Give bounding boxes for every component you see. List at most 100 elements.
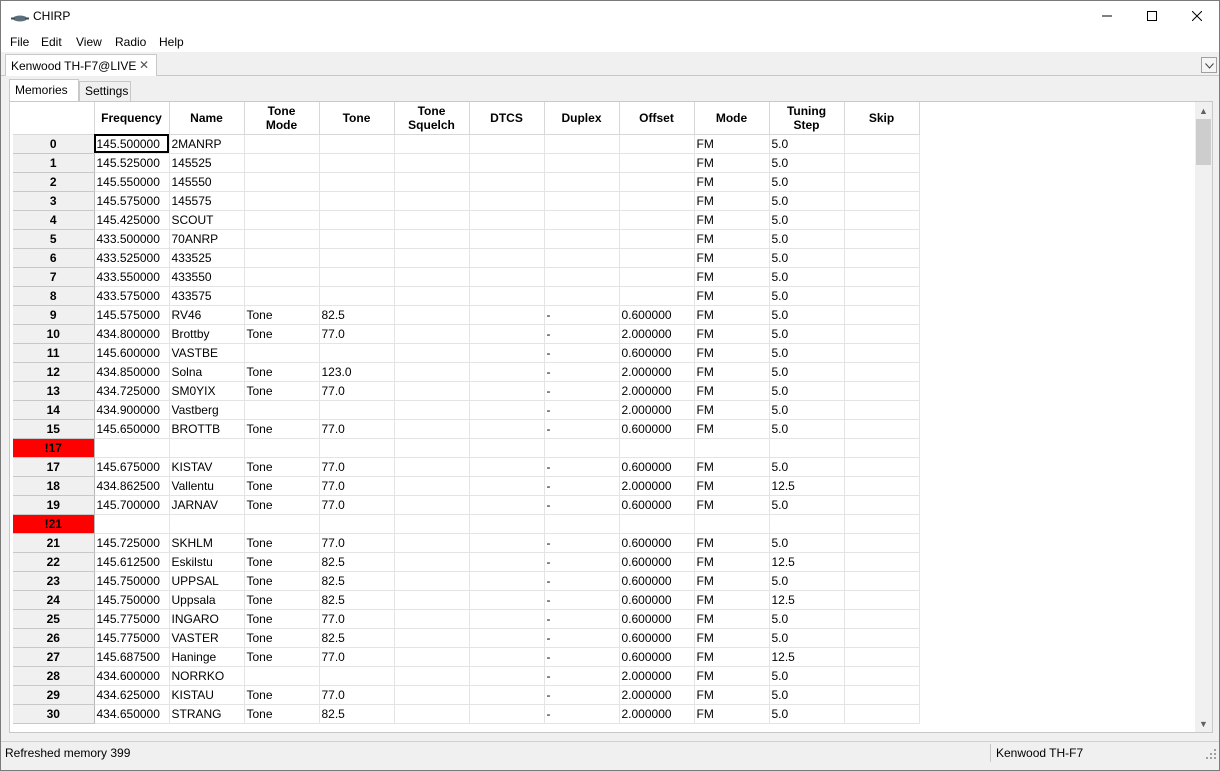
cell-skip[interactable] xyxy=(844,362,920,382)
row-header[interactable]: 8 xyxy=(13,286,95,306)
cell-frequency[interactable]: 433.550000 xyxy=(94,267,170,287)
table-row[interactable]: 15 145.650000 BROTTB Tone 77.0 -0.600000 FM 5.0 xyxy=(13,419,920,439)
cell-mode[interactable]: FM xyxy=(694,210,770,230)
cell-dtcs[interactable] xyxy=(469,153,545,173)
cell-dtcs[interactable] xyxy=(469,457,545,477)
cell-frequency[interactable]: 145.775000 xyxy=(94,609,170,629)
cell-skip[interactable] xyxy=(844,305,920,325)
cell-name[interactable]: 145575 xyxy=(169,191,245,211)
cell-tone-squelch[interactable] xyxy=(394,438,470,458)
cell-name[interactable]: VASTBE xyxy=(169,343,245,363)
cell-dtcs[interactable] xyxy=(469,191,545,211)
cell-tone-mode[interactable]: Tone xyxy=(244,647,320,667)
table-row[interactable]: 14 434.900000 Vastberg -2.000000 FM 5.0 xyxy=(13,400,920,420)
cell-tuning-step[interactable]: 5.0 xyxy=(769,685,845,705)
cell-dtcs[interactable] xyxy=(469,267,545,287)
row-header-invalid[interactable]: !21 xyxy=(13,514,95,534)
cell-frequency[interactable]: 145.612500 xyxy=(94,552,170,572)
table-row[interactable]: 11 145.600000 VASTBE -0.600000 FM 5.0 xyxy=(13,343,920,363)
cell-mode[interactable]: FM xyxy=(694,628,770,648)
table-row[interactable]: 7 433.550000 433550 FM 5.0 xyxy=(13,267,920,287)
cell-offset[interactable] xyxy=(619,134,695,154)
cell-dtcs[interactable] xyxy=(469,704,545,724)
cell-tone-mode[interactable]: Tone xyxy=(244,571,320,591)
cell-tone-squelch[interactable] xyxy=(394,609,470,629)
cell-dtcs[interactable] xyxy=(469,533,545,553)
cell-dtcs[interactable] xyxy=(469,666,545,686)
row-header[interactable]: 5 xyxy=(13,229,95,249)
menu-edit[interactable]: Edit xyxy=(41,35,62,49)
cell-tone[interactable] xyxy=(319,514,395,534)
cell-frequency[interactable]: 145.750000 xyxy=(94,571,170,591)
cell-name[interactable] xyxy=(169,438,245,458)
cell-tone-squelch[interactable] xyxy=(394,267,470,287)
column-header-duplex[interactable]: Duplex xyxy=(544,102,620,135)
cell-frequency[interactable]: 145.725000 xyxy=(94,533,170,553)
table-row[interactable]: 22 145.612500 Eskilstu Tone 82.5 -0.600000 FM 1… xyxy=(13,552,920,572)
cell-mode[interactable]: FM xyxy=(694,533,770,553)
cell-frequency[interactable]: 433.525000 xyxy=(94,248,170,268)
cell-skip[interactable] xyxy=(844,457,920,477)
cell-tuning-step[interactable] xyxy=(769,514,845,534)
cell-mode[interactable]: FM xyxy=(694,248,770,268)
row-header[interactable]: 12 xyxy=(13,362,95,382)
row-header[interactable]: 22 xyxy=(13,552,95,572)
cell-duplex[interactable]: - xyxy=(544,324,620,344)
cell-tone-mode[interactable] xyxy=(244,286,320,306)
cell-offset[interactable]: 0.600000 xyxy=(619,552,695,572)
cell-tone-mode[interactable] xyxy=(244,248,320,268)
table-row[interactable]: 13 434.725000 SM0YIX Tone 77.0 -2.000000 FM 5.0 xyxy=(13,381,920,401)
cell-tuning-step[interactable]: 5.0 xyxy=(769,571,845,591)
resize-grip-icon[interactable] xyxy=(1205,748,1217,760)
row-header[interactable]: 7 xyxy=(13,267,95,287)
cell-offset[interactable] xyxy=(619,210,695,230)
column-header-tone[interactable]: Tone xyxy=(319,102,395,135)
cell-tone-squelch[interactable] xyxy=(394,419,470,439)
cell-offset[interactable] xyxy=(619,514,695,534)
cell-tone-squelch[interactable] xyxy=(394,400,470,420)
cell-dtcs[interactable] xyxy=(469,362,545,382)
cell-dtcs[interactable] xyxy=(469,590,545,610)
cell-tone-squelch[interactable] xyxy=(394,685,470,705)
cell-duplex[interactable]: - xyxy=(544,381,620,401)
cell-mode[interactable]: FM xyxy=(694,400,770,420)
cell-duplex[interactable] xyxy=(544,153,620,173)
cell-dtcs[interactable] xyxy=(469,343,545,363)
cell-mode[interactable]: FM xyxy=(694,362,770,382)
cell-name[interactable]: 145550 xyxy=(169,172,245,192)
cell-skip[interactable] xyxy=(844,381,920,401)
cell-skip[interactable] xyxy=(844,685,920,705)
cell-mode[interactable]: FM xyxy=(694,495,770,515)
table-row[interactable]: 1 145.525000 145525 FM 5.0 xyxy=(13,153,920,173)
table-row[interactable]: 4 145.425000 SCOUT FM 5.0 xyxy=(13,210,920,230)
cell-duplex[interactable]: - xyxy=(544,704,620,724)
cell-tone[interactable] xyxy=(319,134,395,154)
row-header[interactable]: 19 xyxy=(13,495,95,515)
table-row[interactable]: 17 145.675000 KISTAV Tone 77.0 -0.600000 FM 5.0 xyxy=(13,457,920,477)
cell-tuning-step[interactable]: 5.0 xyxy=(769,704,845,724)
column-header-frequency[interactable]: Frequency xyxy=(94,102,170,135)
cell-tuning-step[interactable]: 5.0 xyxy=(769,400,845,420)
cell-offset[interactable]: 0.600000 xyxy=(619,609,695,629)
vertical-scrollbar[interactable]: ▲ ▼ xyxy=(1195,102,1212,732)
cell-tuning-step[interactable]: 5.0 xyxy=(769,191,845,211)
cell-mode[interactable]: FM xyxy=(694,267,770,287)
cell-tone[interactable] xyxy=(319,229,395,249)
cell-duplex[interactable] xyxy=(544,229,620,249)
cell-tone-mode[interactable] xyxy=(244,267,320,287)
cell-tone-squelch[interactable] xyxy=(394,286,470,306)
cell-tone-mode[interactable]: Tone xyxy=(244,609,320,629)
cell-mode[interactable]: FM xyxy=(694,609,770,629)
cell-tone[interactable] xyxy=(319,153,395,173)
cell-skip[interactable] xyxy=(844,267,920,287)
cell-skip[interactable] xyxy=(844,191,920,211)
cell-frequency[interactable]: 434.725000 xyxy=(94,381,170,401)
cell-tone[interactable]: 77.0 xyxy=(319,495,395,515)
cell-duplex[interactable] xyxy=(544,191,620,211)
cell-tone[interactable] xyxy=(319,438,395,458)
cell-frequency[interactable]: 145.500000 xyxy=(94,134,170,154)
cell-tone-mode[interactable] xyxy=(244,400,320,420)
cell-dtcs[interactable] xyxy=(469,609,545,629)
cell-dtcs[interactable] xyxy=(469,514,545,534)
cell-offset[interactable] xyxy=(619,229,695,249)
